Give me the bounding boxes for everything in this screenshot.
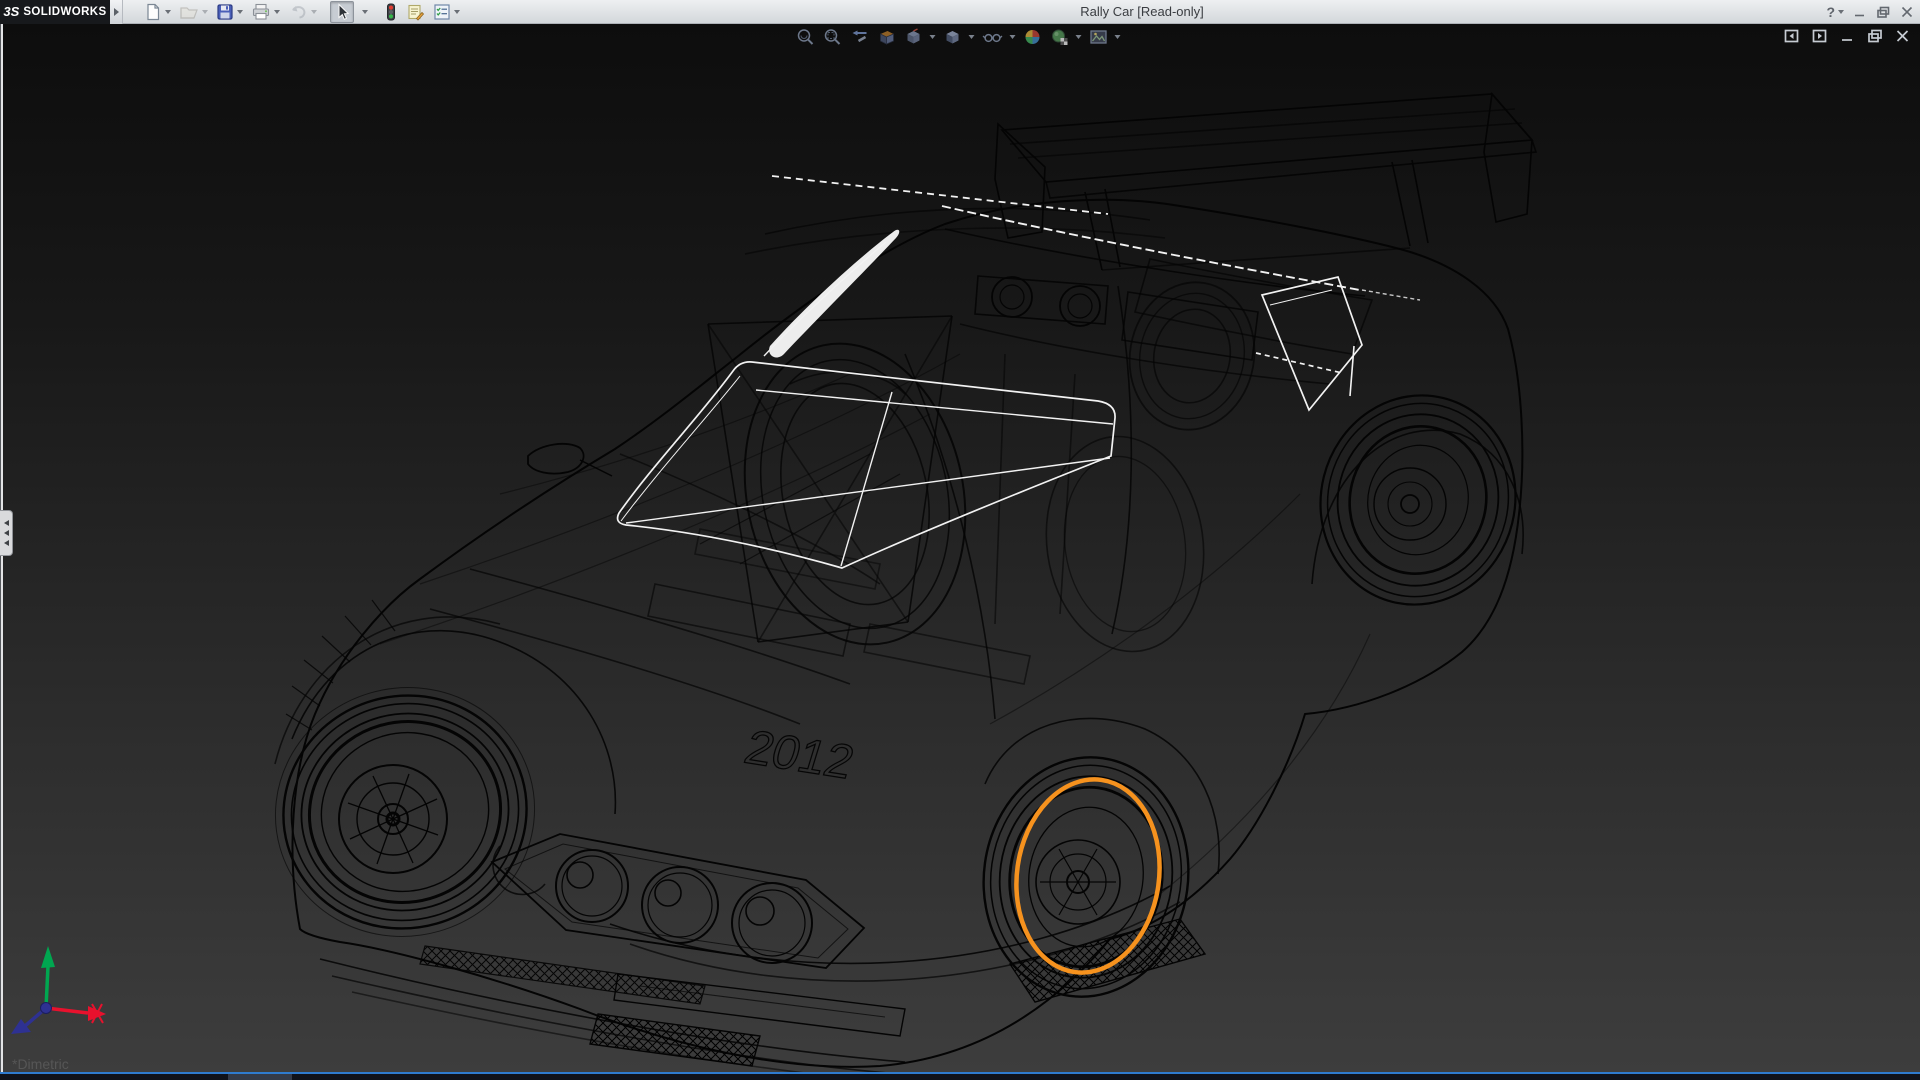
zoom-to-fit-button[interactable] [796,27,816,47]
select-cursor-icon [333,3,351,21]
rebuild-button[interactable] [381,1,401,23]
menu-flyout-arrow[interactable] [110,0,123,24]
rear-left-wheel [1118,272,1266,439]
new-document-button[interactable] [141,1,174,23]
solidworks-logo-mark: 3S [3,4,19,19]
solidworks-logo: 3S SOLIDWORKS [0,0,110,24]
titlebar: 3S SOLIDWORKS [0,0,1920,24]
expand-display-pane-button[interactable] [1812,29,1828,43]
undo-dropdown[interactable] [311,10,317,14]
collapse-arrow-icon [4,520,9,526]
view-orientation-dropdown[interactable] [930,35,936,39]
hide-show-items-icon [982,27,1004,47]
section-view-icon [877,27,897,47]
print-button[interactable] [248,1,283,23]
apply-scene-icon [1050,27,1070,47]
save-button[interactable] [213,1,246,23]
apply-scene-dropdown[interactable] [1076,35,1082,39]
help-button[interactable]: ? [1826,4,1844,20]
help-icon: ? [1826,4,1835,20]
restore-document-button[interactable] [1867,29,1883,43]
main-toolbar [141,1,463,23]
new-document-dropdown[interactable] [165,10,171,14]
flyout-arrow-icon [114,8,119,16]
section-view-button[interactable] [877,27,897,47]
view-settings-button[interactable] [1089,27,1121,47]
select-dropdown [362,10,368,14]
open-document-icon [179,3,199,21]
edit-appearance-icon [1023,27,1043,47]
view-settings-icon [1089,27,1109,47]
hood-text: 2012 [739,721,860,790]
select-button[interactable] [330,1,354,23]
help-dropdown[interactable] [1838,10,1844,14]
view-settings-dropdown[interactable] [1115,35,1121,39]
solidworks-logo-text: SOLIDWORKS [23,6,106,18]
reference-triad [0,930,150,1050]
featuremanager-collapse-tab[interactable] [0,510,13,556]
print-icon [251,3,271,21]
view-orientation-icon [904,27,924,47]
file-properties-button[interactable] [403,1,428,23]
minimize-app-button[interactable] [1853,6,1867,18]
undo-icon [288,3,308,21]
graphics-area[interactable]: 2012 [0,24,1920,1072]
options-button[interactable] [430,1,463,23]
undo-button[interactable] [285,1,320,23]
hide-show-items-dropdown[interactable] [1010,35,1016,39]
print-dropdown[interactable] [274,10,280,14]
taskbar-edge [0,1072,1920,1080]
open-document-button[interactable] [176,1,211,23]
heads-up-view-toolbar [796,27,1121,47]
triad-x-axis [46,1008,88,1013]
previous-view-icon [850,27,870,47]
options-dropdown[interactable] [454,10,460,14]
expand-featuremanager-pane-button[interactable] [1784,29,1800,43]
restore-app-button[interactable] [1876,6,1891,18]
edit-appearance-button[interactable] [1023,27,1043,47]
new-document-icon [144,3,162,21]
display-style-button[interactable] [943,27,975,47]
display-style-dropdown[interactable] [969,35,975,39]
save-icon [216,3,234,21]
view-orientation-label: *Dimetric [12,1056,69,1072]
document-window-controls [1784,29,1910,43]
triad-y-axis [46,966,48,1008]
zoom-to-fit-icon [796,27,816,47]
titlebar-controls: ? [1826,0,1914,24]
taskbar-button-hint [228,1074,292,1080]
previous-view-button[interactable] [850,27,870,47]
rally-car-wireframe-model[interactable]: 2012 [0,24,1920,1072]
options-icon [433,3,451,21]
zoom-to-area-button[interactable] [823,27,843,47]
file-properties-icon [406,3,425,21]
collapse-arrow-icon [4,530,9,536]
save-dropdown[interactable] [237,10,243,14]
open-document-dropdown[interactable] [202,10,208,14]
select-dropdown-button[interactable] [356,1,371,23]
collapse-arrow-icon [4,540,9,546]
triad-y-arrowhead [41,946,55,968]
triad-origin [41,1003,52,1014]
minimize-document-button[interactable] [1840,29,1855,43]
zoom-to-area-icon [823,27,843,47]
apply-scene-button[interactable] [1050,27,1082,47]
view-orientation-button[interactable] [904,27,936,47]
rebuild-traffic-light-icon [384,3,398,21]
hide-show-items-button[interactable] [982,27,1016,47]
close-document-button[interactable] [1895,29,1910,43]
display-style-icon [943,27,963,47]
window-title: Rally Car [Read-only] [1080,0,1204,24]
close-app-button[interactable] [1900,6,1914,18]
